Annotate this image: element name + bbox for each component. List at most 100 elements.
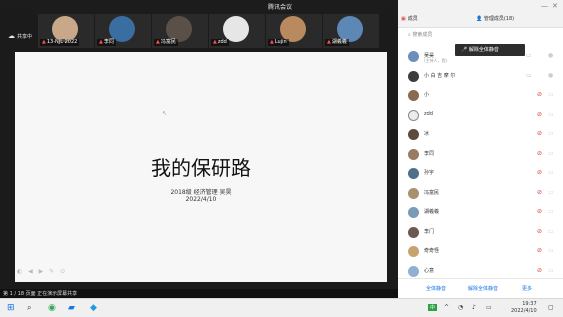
avatar: [408, 187, 419, 199]
avatar: [408, 109, 419, 121]
mic-icon[interactable]: ●: [548, 52, 553, 59]
tile-name: 13-NJL 2022: [46, 39, 78, 45]
camera-icon[interactable]: ▭: [526, 72, 532, 79]
network-icon[interactable]: ◔: [458, 304, 463, 311]
mic-muted-icon[interactable]: ⊘: [537, 189, 542, 196]
mic-muted-icon: ▲: [99, 39, 103, 45]
camera-icon[interactable]: ▭: [526, 52, 532, 59]
panel-close-icon[interactable]: ✕: [552, 2, 558, 10]
camera-off-icon[interactable]: ▭: [548, 189, 554, 196]
camera-off-icon[interactable]: ▭: [548, 247, 554, 254]
avatar: [408, 265, 419, 277]
mic-muted-icon[interactable]: ⊘: [537, 150, 542, 157]
camera-off-icon[interactable]: ▭: [548, 208, 554, 215]
video-tile[interactable]: ▲13-NJL 2022: [38, 14, 94, 48]
list-item[interactable]: 冰 ⊘ ▭: [398, 125, 563, 145]
list-item[interactable]: 李同 ⊘ ▭: [398, 145, 563, 165]
camera-off-icon[interactable]: ▭: [548, 130, 554, 137]
avatar: [408, 129, 419, 140]
list-item[interactable]: 冯富民 ⊘ ▭: [398, 184, 563, 204]
windows-start-icon[interactable]: ⊞: [7, 303, 15, 313]
camera-off-icon[interactable]: ▭: [548, 228, 554, 235]
slide-toolbar[interactable]: ◐ ◀ ▶ ✎ ⊙: [17, 268, 67, 275]
avatar: [408, 51, 419, 62]
mic-muted-icon: ▲: [270, 39, 274, 45]
mic-muted-icon: ▲: [156, 39, 160, 45]
member-search[interactable]: ⌕ 搜索成员: [408, 31, 432, 38]
video-strip: ▲13-NJL 2022 ▲李同 ▲冯富民 ▲zdd ▲Lujin ▲湖羲羲: [0, 14, 398, 48]
clock[interactable]: 19:37 2022/4/10: [511, 301, 537, 315]
window-title: 腾讯会议: [268, 4, 293, 11]
chevron-up-icon[interactable]: ^: [444, 304, 449, 311]
browser-icon[interactable]: ◉: [48, 303, 56, 313]
meeting-area: ▲13-NJL 2022 ▲李同 ▲冯富民 ▲zdd ▲Lujin ▲湖羲羲 ☁…: [0, 0, 398, 298]
notification-icon[interactable]: ▢: [548, 304, 554, 311]
tile-name: 湖羲羲: [331, 39, 347, 45]
mic-muted-icon[interactable]: ⊘: [537, 91, 542, 98]
slide-date: 2022/4/10: [185, 196, 217, 203]
mic-muted-icon: ▲: [42, 39, 46, 45]
unmute-all-button[interactable]: 解除全体静音: [468, 285, 498, 292]
avatar: [408, 207, 419, 218]
list-item[interactable]: 小 ⊘ ▭: [398, 86, 563, 106]
ime-indicator[interactable]: 中: [428, 304, 438, 311]
shared-slide: ↖ 我的保研路 2018级 经济管理 吴昊 2022/4/10 ◐ ◀ ▶ ✎ …: [15, 52, 387, 282]
list-item[interactable]: 孙宇 ⊘ ▭: [398, 164, 563, 184]
tile-name: Lujin: [274, 39, 287, 45]
mic-muted-icon[interactable]: ⊘: [537, 208, 542, 215]
camera-off-icon[interactable]: ▭: [548, 169, 554, 176]
tile-name: 李同: [103, 39, 114, 45]
list-item[interactable]: 奇奇怪 ⊘ ▭: [398, 242, 563, 262]
camera-off-icon[interactable]: ▭: [548, 91, 554, 98]
avatar: [408, 168, 419, 179]
mic-muted-icon[interactable]: ⊘: [537, 169, 542, 176]
mute-all-button[interactable]: 全体静音: [426, 285, 446, 292]
list-item[interactable]: 湖羲羲 ⊘ ▭: [398, 203, 563, 223]
mic-muted-icon[interactable]: ⊘: [537, 247, 542, 254]
person-icon: 👤: [476, 16, 484, 22]
video-tile[interactable]: ▲李同: [95, 14, 151, 48]
avatar: [408, 90, 419, 101]
mic-muted-icon: ▲: [213, 39, 217, 45]
more-button[interactable]: 更多: [522, 285, 532, 292]
avatar: [408, 246, 419, 257]
mic-muted-icon: ▲: [327, 39, 331, 45]
tile-name: zdd: [217, 39, 227, 45]
tile-name: 冯富民: [160, 39, 176, 45]
share-status[interactable]: ☁ 共享中: [8, 32, 32, 40]
slide-title: 我的保研路: [151, 156, 251, 180]
mouse-cursor-icon: ↖: [162, 110, 168, 117]
avatar: [408, 226, 419, 238]
mic-muted-icon[interactable]: ⊘: [537, 228, 542, 235]
camera-off-icon[interactable]: ▭: [548, 111, 554, 118]
video-tile[interactable]: ▲zdd: [209, 14, 265, 48]
folder-icon[interactable]: ▰: [68, 303, 75, 313]
tab-members[interactable]: ▣ 成员: [401, 15, 418, 22]
panel-footer: 全体静音 解除全体静音 更多: [398, 278, 563, 298]
panel-minimize-icon[interactable]: —: [541, 2, 548, 10]
meeting-app-icon[interactable]: ◆: [90, 303, 97, 313]
panel-header: ▣ 成员 👤 管理成员(18) — ✕: [398, 0, 563, 28]
search-icon[interactable]: ⌕: [27, 303, 31, 313]
video-tile[interactable]: ▲湖羲羲: [323, 14, 379, 48]
camera-off-icon[interactable]: ▭: [548, 267, 554, 274]
cloud-icon: ☁: [8, 32, 15, 40]
members-count[interactable]: 👤 管理成员(18): [476, 15, 514, 22]
slide-subtitle: 2018级 经济管理 吴昊: [170, 189, 232, 196]
battery-icon[interactable]: ▭: [486, 304, 492, 311]
mic-muted-icon[interactable]: ⊘: [537, 130, 542, 137]
mic-icon[interactable]: ●: [548, 72, 553, 79]
camera-off-icon[interactable]: ▭: [548, 150, 554, 157]
list-item[interactable]: 吴昊 (主持人，我) ▭ ●: [398, 47, 563, 67]
list-item[interactable]: zdd ⊘ ▭: [398, 106, 563, 126]
members-icon: ▣: [401, 16, 406, 22]
video-tile[interactable]: ▲冯富民: [152, 14, 208, 48]
list-item[interactable]: 小 白 吉 摩 尔 ▭ ●: [398, 67, 563, 87]
taskbar: ⊞ ⌕ ◉ ▰ ◆ 中 ^ ◔ ♪ ▭ 19:37 2022/4/10 ▢: [0, 298, 563, 317]
list-item[interactable]: 李门 ⊘ ▭: [398, 223, 563, 243]
mic-muted-icon[interactable]: ⊘: [537, 111, 542, 118]
volume-icon[interactable]: ♪: [472, 304, 476, 311]
mic-muted-icon[interactable]: ⊘: [537, 267, 542, 274]
status-bar: 第 1 / 18 页面 正在演示屏幕共享: [0, 289, 398, 298]
video-tile[interactable]: ▲Lujin: [266, 14, 322, 48]
